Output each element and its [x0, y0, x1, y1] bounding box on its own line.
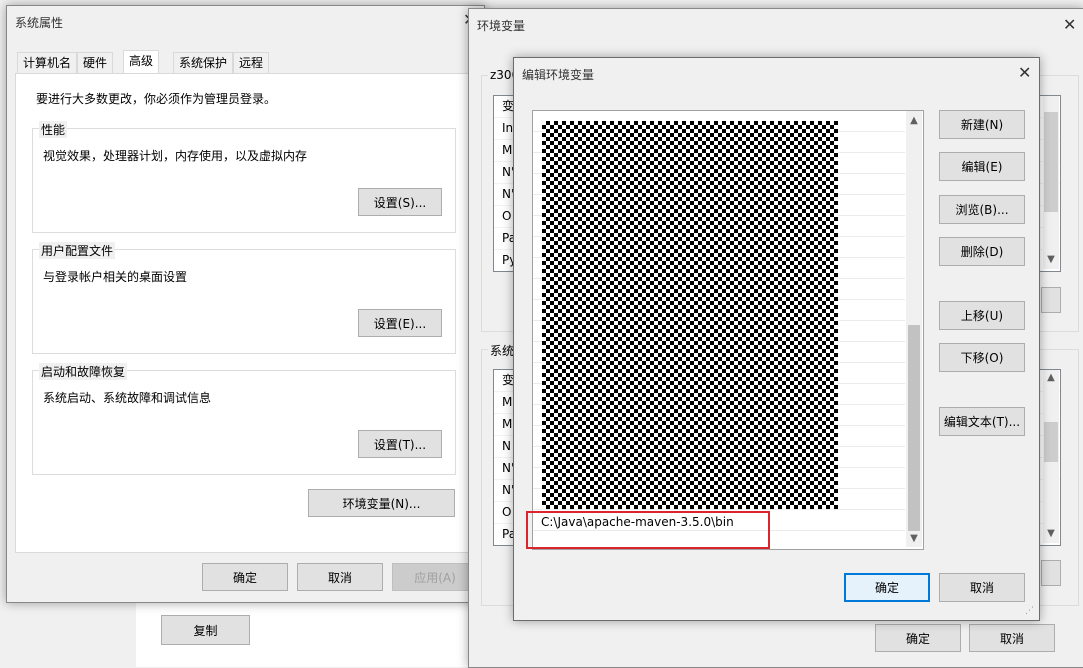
close-icon[interactable]: ✕ — [1018, 63, 1031, 82]
cancel-button[interactable]: 取消 — [297, 563, 383, 591]
copy-button[interactable]: 复制 — [161, 615, 250, 645]
user-profile-desc: 与登录帐户相关的桌面设置 — [43, 270, 188, 284]
browse-button[interactable]: 浏览(B)... — [939, 195, 1025, 224]
startup-recovery-legend: 启动和故障恢复 — [39, 363, 128, 380]
scroll-up-icon[interactable]: ▲ — [906, 115, 922, 126]
scrollbar-thumb[interactable] — [1044, 422, 1058, 462]
window-title: 环境变量 — [477, 19, 526, 33]
dialog-title: 编辑环境变量 — [522, 68, 595, 82]
ok-button[interactable]: 确定 — [875, 624, 961, 652]
apply-button[interactable]: 应用(A) — [392, 563, 478, 591]
window-title: 系统属性 — [15, 16, 64, 30]
system-side-button-partial[interactable] — [1041, 560, 1061, 586]
resize-grip-icon[interactable]: ⋰ — [1025, 606, 1034, 616]
admin-note: 要进行大多数更改，你必须作为管理员登录。 — [36, 92, 277, 106]
performance-desc: 视觉效果，处理器计划，内存使用，以及虚拟内存 — [43, 149, 308, 163]
system-list-scrollbar[interactable]: ▲ ▼ — [1043, 370, 1059, 543]
scroll-down-icon[interactable]: ▼ — [906, 533, 922, 544]
edit-button[interactable]: 编辑(E) — [939, 152, 1025, 181]
user-profile-settings-button[interactable]: 设置(E)... — [358, 309, 442, 337]
cancel-button[interactable]: 取消 — [969, 624, 1055, 652]
user-profile-group: 用户配置文件 与登录帐户相关的桌面设置 设置(E)... — [32, 242, 456, 354]
ok-button[interactable]: 确定 — [844, 573, 930, 602]
scrollbar-thumb[interactable] — [908, 325, 920, 531]
performance-legend: 性能 — [39, 121, 68, 138]
scroll-down-icon[interactable]: ▼ — [1043, 254, 1059, 265]
environment-variables-button[interactable]: 环境变量(N)... — [308, 489, 455, 517]
system-variables-legend: 系统 — [488, 342, 517, 359]
redacted-entries — [542, 121, 838, 509]
tab-computer-name[interactable]: 计算机名 — [17, 52, 78, 73]
scrollbar-thumb[interactable] — [1044, 112, 1058, 212]
highlight-box — [526, 511, 770, 549]
performance-settings-button[interactable]: 设置(S)... — [358, 188, 442, 216]
performance-group: 性能 视觉效果，处理器计划，内存使用，以及虚拟内存 设置(S)... — [32, 121, 456, 233]
tab-system-protection[interactable]: 系统保护 — [173, 52, 234, 73]
scroll-down-icon[interactable]: ▼ — [1043, 528, 1059, 539]
ok-button[interactable]: 确定 — [202, 563, 288, 591]
edit-text-button[interactable]: 编辑文本(T)... — [939, 407, 1025, 436]
user-profile-legend: 用户配置文件 — [39, 242, 116, 259]
user-list-scrollbar[interactable]: ▼ — [1043, 96, 1059, 269]
scroll-up-icon[interactable]: ▲ — [1043, 372, 1059, 383]
new-button[interactable]: 新建(N) — [939, 110, 1025, 139]
tab-remote[interactable]: 远程 — [233, 52, 270, 73]
tab-panel: 要进行大多数更改，你必须作为管理员登录。 性能 视觉效果，处理器计划，内存使用，… — [15, 73, 475, 553]
move-up-button[interactable]: 上移(U) — [939, 301, 1025, 330]
startup-recovery-desc: 系统启动、系统故障和调试信息 — [43, 391, 212, 405]
tab-hardware[interactable]: 硬件 — [77, 52, 114, 73]
path-entries-list[interactable]: C:\Java\apache-maven-3.5.0\bin — [532, 110, 924, 550]
user-side-button-partial[interactable] — [1041, 287, 1061, 313]
edit-environment-variable-dialog: 编辑环境变量 ✕ C:\Java\apache-maven-3.5.0\bin … — [513, 57, 1040, 621]
cancel-button[interactable]: 取消 — [939, 573, 1025, 602]
path-list-scrollbar[interactable]: ▲ ▼ — [906, 111, 922, 547]
startup-settings-button[interactable]: 设置(T)... — [358, 430, 442, 458]
system-properties-window: 系统属性 ✕ 计算机名 硬件 高级 系统保护 远程 要进行大多数更改，你必须作为… — [6, 5, 485, 603]
move-down-button[interactable]: 下移(O) — [939, 343, 1025, 372]
close-icon[interactable]: ✕ — [1063, 15, 1076, 34]
delete-button[interactable]: 删除(D) — [939, 237, 1025, 266]
startup-recovery-group: 启动和故障恢复 系统启动、系统故障和调试信息 设置(T)... — [32, 363, 456, 475]
tab-advanced[interactable]: 高级 — [123, 50, 160, 74]
